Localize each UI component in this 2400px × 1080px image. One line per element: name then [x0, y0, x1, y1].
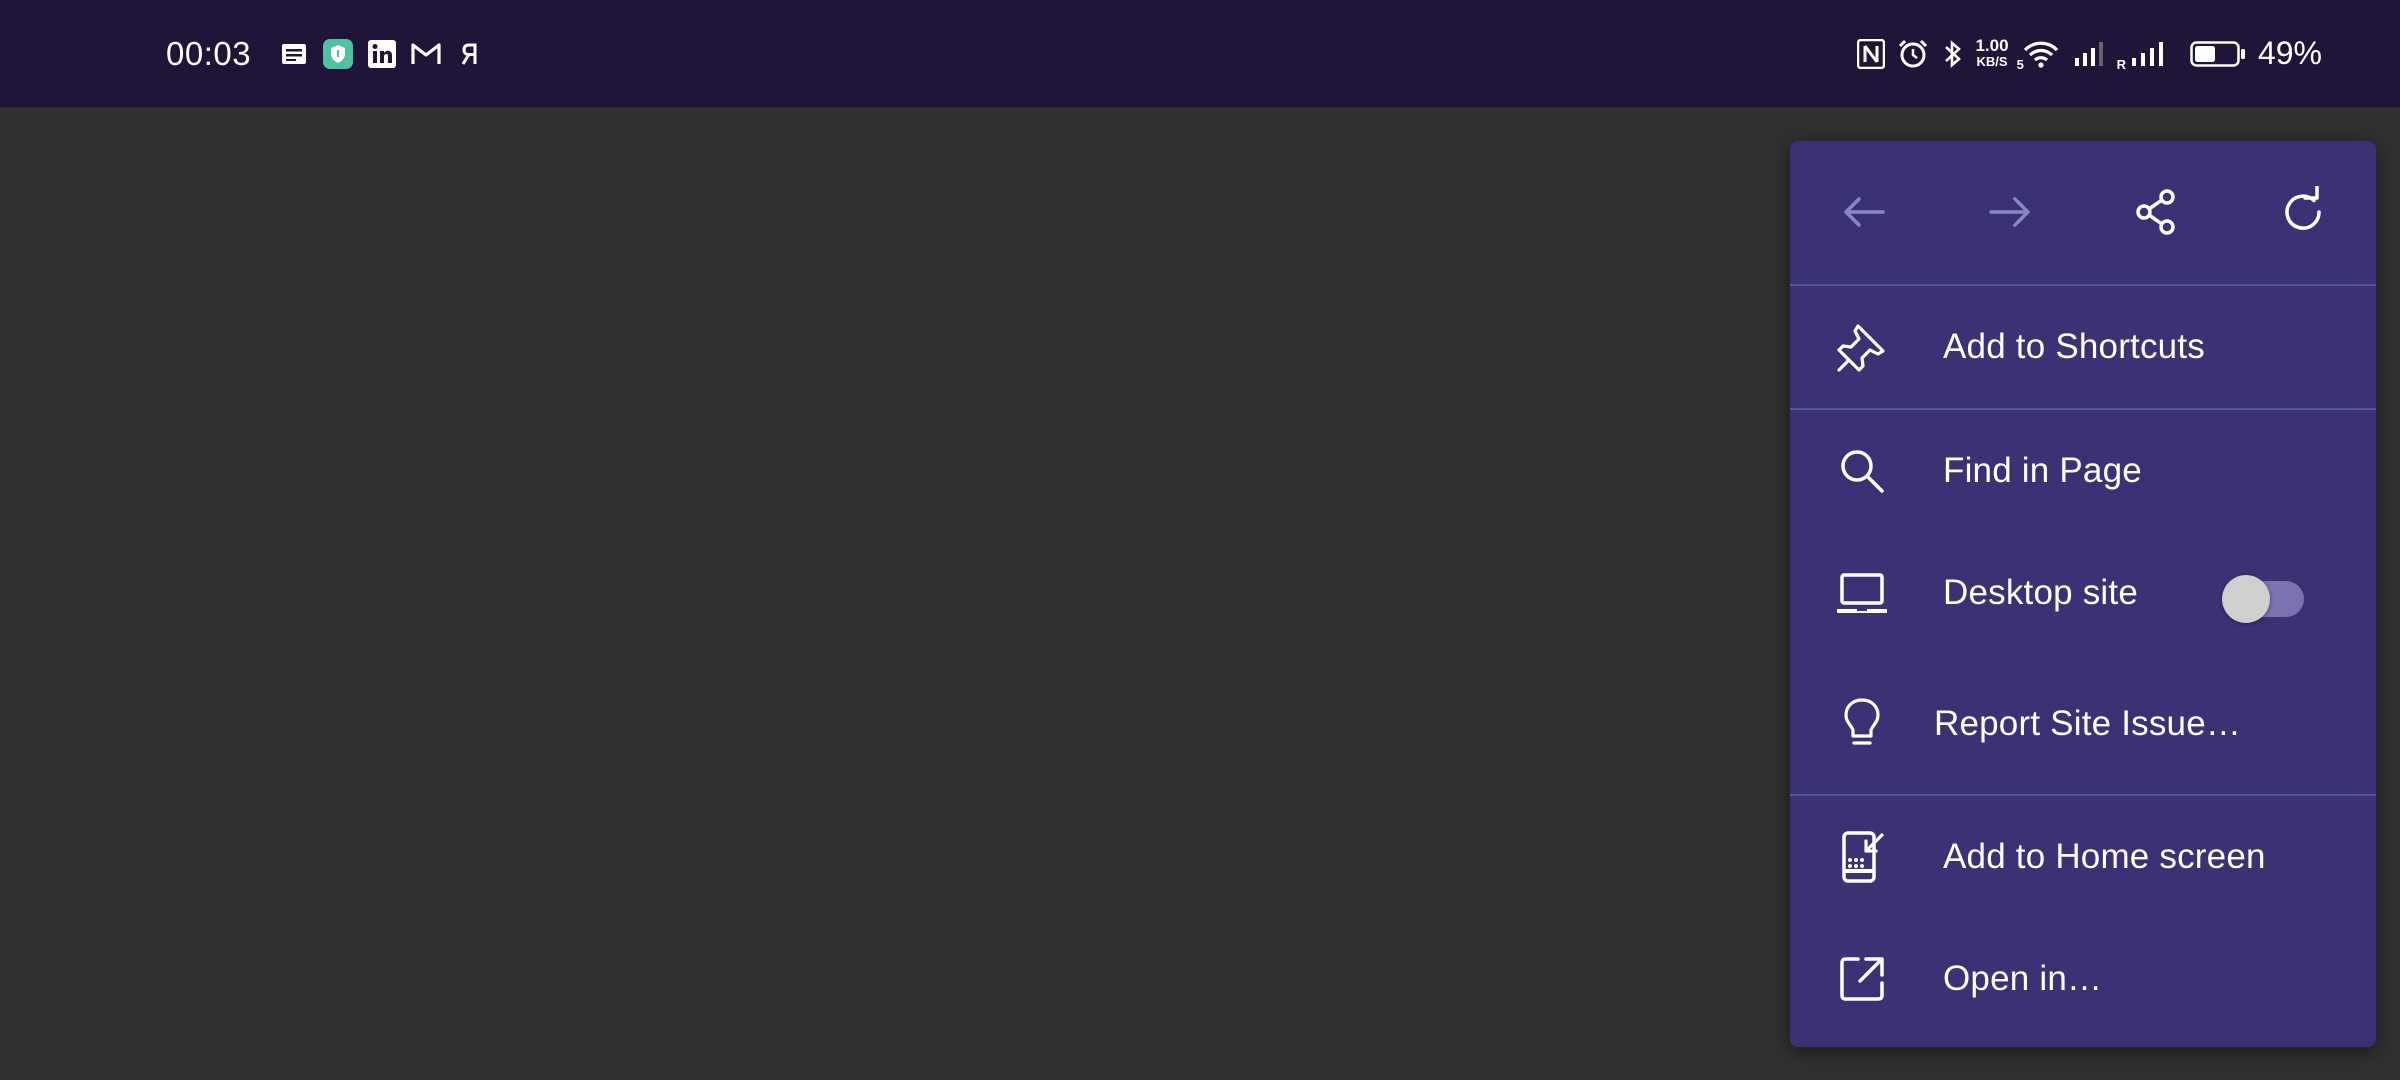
menu-item-label: Add to Home screen [1943, 837, 2266, 876]
gmail-icon [411, 39, 441, 69]
nfc-icon [1857, 36, 1886, 72]
browser-overflow-menu: Add to Shortcuts Find in Page Desktop si… [1790, 141, 2376, 1047]
share-icon [2136, 189, 2175, 235]
forward-button[interactable] [1982, 184, 2038, 240]
sim2-label: R [2116, 56, 2126, 72]
menu-item-add-to-shortcuts[interactable]: Add to Shortcuts [1790, 286, 2376, 410]
wifi-icon: 5 [2017, 36, 2061, 72]
menu-item-label: Add to Shortcuts [1943, 327, 2205, 366]
menu-item-open-in[interactable]: Open in… [1790, 918, 2376, 1040]
battery-percentage: 49% [2257, 35, 2322, 71]
share-button[interactable] [2128, 184, 2184, 240]
lightbulb-icon [1834, 696, 1890, 752]
battery-icon [2190, 36, 2246, 72]
pin-icon [1834, 319, 1890, 375]
menu-item-label: Open in… [1943, 959, 2103, 998]
laptop-icon [1834, 565, 1890, 621]
menu-item-label: Find in Page [1943, 451, 2142, 490]
status-bar-left: 00:03 [166, 0, 499, 107]
status-bar-right: 1.00 KB/S 5 R 49% [1845, 0, 2322, 107]
open-external-icon [1834, 951, 1890, 1007]
signal-sim1-icon [2073, 36, 2105, 72]
linkedin-icon [367, 39, 397, 69]
network-speed-value: 1.00 [1975, 35, 2009, 55]
network-speed-unit: KB/S [1976, 53, 2008, 69]
menu-item-add-to-home-screen[interactable]: Add to Home screen [1790, 796, 2376, 918]
bluetooth-icon [1941, 36, 1965, 72]
menu-item-find-in-page[interactable]: Find in Page [1790, 410, 2376, 532]
add-to-home-icon [1834, 829, 1890, 885]
news-icon [279, 39, 309, 69]
toggle-knob [2222, 575, 2270, 623]
menu-item-label: Report Site Issue… [1934, 704, 2242, 743]
search-icon [1834, 443, 1890, 499]
signal-sim2-icon: R [2117, 36, 2172, 72]
back-button[interactable] [1836, 184, 1892, 240]
menu-item-label: Desktop site [1943, 573, 2138, 612]
desktop-site-toggle[interactable] [2222, 575, 2306, 623]
status-bar: 00:03 1.00 KB/S 5 R 49% [0, 0, 2400, 107]
wifi-band-label: 5 [2016, 56, 2024, 72]
arrow-left-icon [1844, 197, 1885, 227]
clock: 00:03 [166, 34, 252, 72]
reload-button[interactable] [2275, 184, 2331, 240]
arrow-right-icon [1989, 197, 2030, 227]
menu-navigation-row [1790, 141, 2376, 286]
menu-item-desktop-site[interactable]: Desktop site [1790, 532, 2376, 654]
shield-app-icon [323, 38, 354, 69]
reload-icon [2285, 186, 2321, 230]
network-speed: 1.00 KB/S [1975, 35, 2009, 70]
r-app-icon [455, 39, 485, 69]
menu-item-report-site-issue[interactable]: Report Site Issue… [1790, 654, 2376, 796]
alarm-icon [1897, 36, 1929, 72]
